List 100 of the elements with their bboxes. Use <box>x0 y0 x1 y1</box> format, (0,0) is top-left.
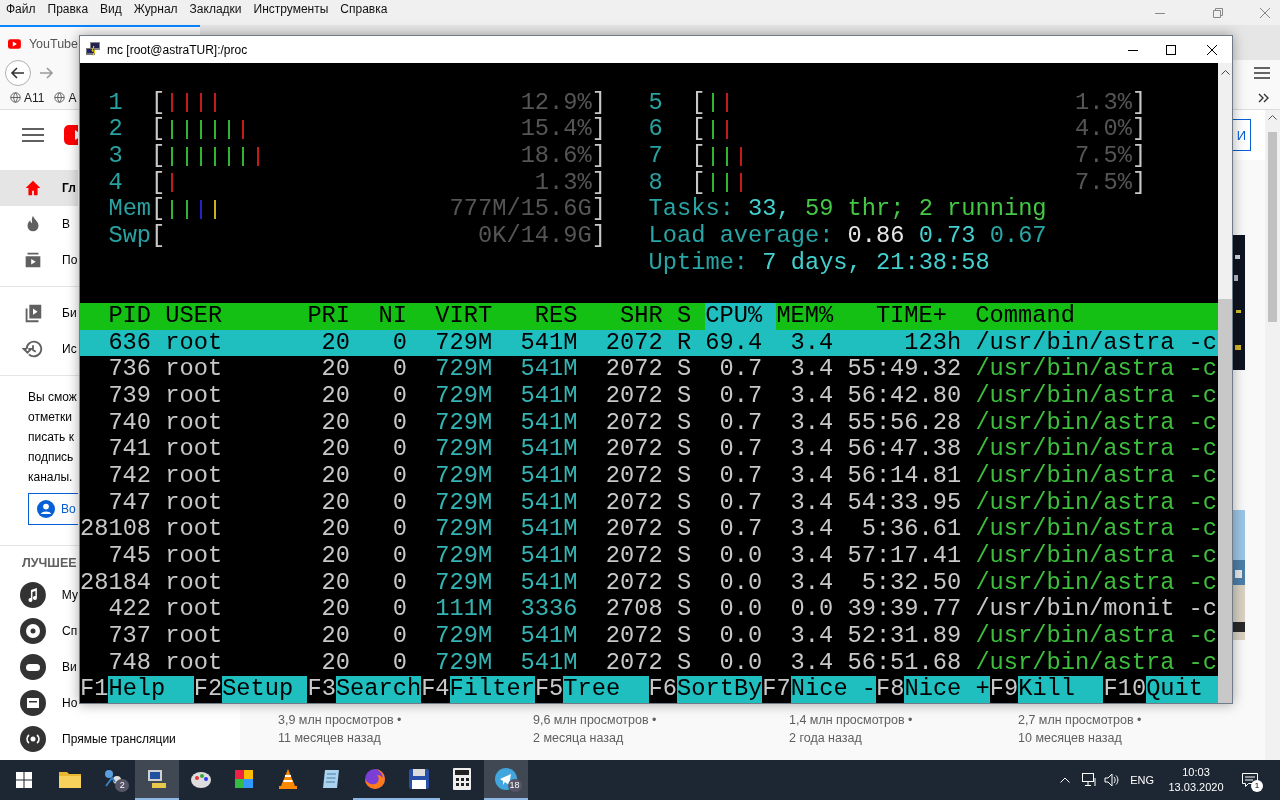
column-header[interactable]: USER <box>165 303 294 330</box>
sign-in-button[interactable]: Во <box>28 493 78 525</box>
upload-age: 2 месяца назад <box>533 730 625 747</box>
network-icon[interactable] <box>1082 773 1099 787</box>
process-row[interactable]: 28108 root 20 0 729M 541M 2072 S 0.7 3.4 5:36.61 /usr/bin/astra -c <box>80 516 1218 543</box>
process-row[interactable]: 742 root 20 0 729M 541M 2072 S 0.7 3.4 56:14.81 /usr/bin/astra -c <box>80 462 1218 490</box>
sidebar-item[interactable]: Би <box>0 295 78 331</box>
table-cell-text: 729M <box>434 329 493 357</box>
column-header[interactable]: PID <box>80 303 152 330</box>
menu-item[interactable]: Инструменты <box>247 0 335 16</box>
menu-item[interactable]: Правка <box>41 0 95 16</box>
table-cell: /usr/bin/astra -c <box>975 489 1217 517</box>
table-cell-text: 729M <box>434 516 493 543</box>
column-header[interactable]: MEM% <box>776 303 834 330</box>
process-row[interactable]: 28184 root 20 0 729M 541M 2072 S 0.0 3.4 5:32.50 /usr/bin/astra -c <box>80 569 1218 597</box>
table-cell-text: 3.4 <box>789 382 834 410</box>
view-count: 2,7 млн просмотров • <box>1018 712 1143 729</box>
sidebar-item[interactable]: Ис <box>0 331 78 367</box>
table-cell-text: 0.7 <box>718 462 763 490</box>
process-row[interactable]: 422 root 20 0 111M 3336 2708 S 0.0 0.0 39:39.77 /usr/bin/monit -c <box>80 596 1218 623</box>
sidebar-item[interactable]: Сп <box>0 613 78 649</box>
back-icon[interactable] <box>4 60 32 86</box>
table-cell: R <box>676 329 692 357</box>
scrollbar-track[interactable] <box>1218 63 1232 703</box>
taskbar-button[interactable] <box>135 760 179 800</box>
menu-icon[interactable] <box>22 127 44 143</box>
meter-reading: 18.6% <box>520 142 592 170</box>
menu-item[interactable]: Вид <box>94 0 128 16</box>
process-row[interactable]: 737 root 20 0 729M 541M 2072 S 0.0 3.4 52:31.89 /usr/bin/astra -c <box>80 622 1218 650</box>
table-cell-text: 729M <box>434 409 493 437</box>
status-text: running <box>947 196 1047 223</box>
scrollbar-thumb[interactable] <box>1268 132 1277 322</box>
process-row[interactable]: 740 root 20 0 729M 541M 2072 S 0.7 3.4 55:56.28 /usr/bin/astra -c <box>80 409 1218 437</box>
process-row[interactable]: 745 root 20 0 729M 541M 2072 S 0.0 3.4 57:17.41 /usr/bin/astra -c <box>80 542 1218 570</box>
menu-item[interactable]: Файл <box>0 0 42 16</box>
status-text: 7 days, 21:38:58 <box>762 249 990 277</box>
close-icon[interactable] <box>1207 44 1217 55</box>
table-cell-text: root <box>165 542 224 570</box>
column-header[interactable]: SHR <box>577 303 663 330</box>
chevron-up-icon[interactable] <box>1060 777 1071 783</box>
sign-in-button[interactable]: И <box>1233 119 1251 151</box>
clock[interactable]: 10:03 13.03.2020 <box>1164 765 1228 795</box>
scrollbar-track[interactable] <box>1265 110 1280 760</box>
process-row[interactable]: 736 root 20 0 729M 541M 2072 S 0.7 3.4 55:49.32 /usr/bin/astra -c <box>80 356 1218 383</box>
table-cell-text: 541M <box>519 542 578 570</box>
table-cell: S <box>676 462 692 490</box>
sidebar-item[interactable]: Му <box>0 577 78 613</box>
play-logo-icon[interactable] <box>64 125 78 145</box>
table-cell: 28108 <box>80 516 152 543</box>
column-header[interactable]: VIRT <box>406 303 493 330</box>
column-header[interactable]: NI <box>350 303 407 330</box>
meter-reading: 7.5% <box>1075 142 1132 170</box>
language-indicator[interactable]: ENG <box>1130 774 1154 786</box>
sidebar-item[interactable]: Гл <box>0 170 78 206</box>
maximize-icon[interactable] <box>1166 44 1176 55</box>
notifications-icon[interactable] <box>1242 772 1258 788</box>
menu-item[interactable]: Журнал <box>127 0 184 16</box>
bookmark-link[interactable]: A11 <box>10 90 45 105</box>
calculator-icon <box>453 768 472 790</box>
table-cell: /usr/bin/astra -c <box>975 436 1217 463</box>
sidebar-item[interactable]: Ви <box>0 649 78 685</box>
column-header[interactable]: TIME+ <box>875 303 947 330</box>
column-header[interactable]: Command <box>975 303 1217 330</box>
menu-item[interactable]: Закладки <box>183 0 248 16</box>
table-cell-text: 3.4 <box>789 542 834 570</box>
speaker-icon[interactable] <box>1104 773 1121 787</box>
meter-label: Swp <box>108 222 152 250</box>
bookmark-link[interactable]: A <box>54 90 77 105</box>
taskbar-button[interactable]: 18 <box>483 760 528 800</box>
table-cell: /usr/bin/astra -c <box>975 356 1217 383</box>
column-header[interactable]: PRI <box>293 303 351 330</box>
table-cell-text: 20 <box>320 622 351 650</box>
sidebar-item[interactable]: Но <box>0 685 78 721</box>
process-row[interactable]: 747 root 20 0 729M 541M 2072 S 0.7 3.4 54:33.95 /usr/bin/astra -c <box>80 489 1218 517</box>
forward-icon[interactable] <box>40 67 54 79</box>
column-header[interactable]: CPU% <box>705 303 777 330</box>
table-cell: S <box>676 596 692 623</box>
menu-icon[interactable] <box>1254 66 1270 80</box>
sidebar-item[interactable]: В <box>0 206 78 242</box>
table-cell: S <box>676 489 692 517</box>
scrollbar-thumb[interactable] <box>1218 299 1232 703</box>
process-row[interactable]: 636 root 20 0 729M 541M 2072 R 69.4 3.4 123h /usr/bin/astra -c <box>80 329 1218 357</box>
sidebar-item[interactable]: По <box>0 242 78 278</box>
taskbar-button[interactable]: 2 <box>91 760 136 800</box>
process-row[interactable]: 739 root 20 0 729M 541M 2072 S 0.7 3.4 56:42.80 /usr/bin/astra -c <box>80 382 1218 410</box>
meter-reading: 15.4% <box>520 116 592 143</box>
menu-item[interactable]: Справка <box>334 0 394 16</box>
browser-tab[interactable]: YouTube <box>0 25 78 60</box>
restore-icon[interactable] <box>1213 7 1223 18</box>
column-header[interactable]: S <box>676 303 692 330</box>
column-header[interactable]: RES <box>492 303 578 330</box>
bracket-text: [ <box>151 196 166 223</box>
chevron-double-icon[interactable] <box>1258 92 1270 103</box>
table-cell-text: root <box>165 462 224 490</box>
sidebar-item[interactable]: Прямые трансляции <box>0 721 176 757</box>
process-row[interactable]: 748 root 20 0 729M 541M 2072 S 0.0 3.4 56:51.68 /usr/bin/astra -c <box>80 649 1218 677</box>
table-cell-text: 55:49.32 <box>846 356 962 383</box>
table-cell-text: 2072 <box>604 409 663 437</box>
clock-time: 10:03 <box>1182 765 1210 780</box>
process-row[interactable]: 741 root 20 0 729M 541M 2072 S 0.7 3.4 56:47.38 /usr/bin/astra -c <box>80 436 1218 463</box>
